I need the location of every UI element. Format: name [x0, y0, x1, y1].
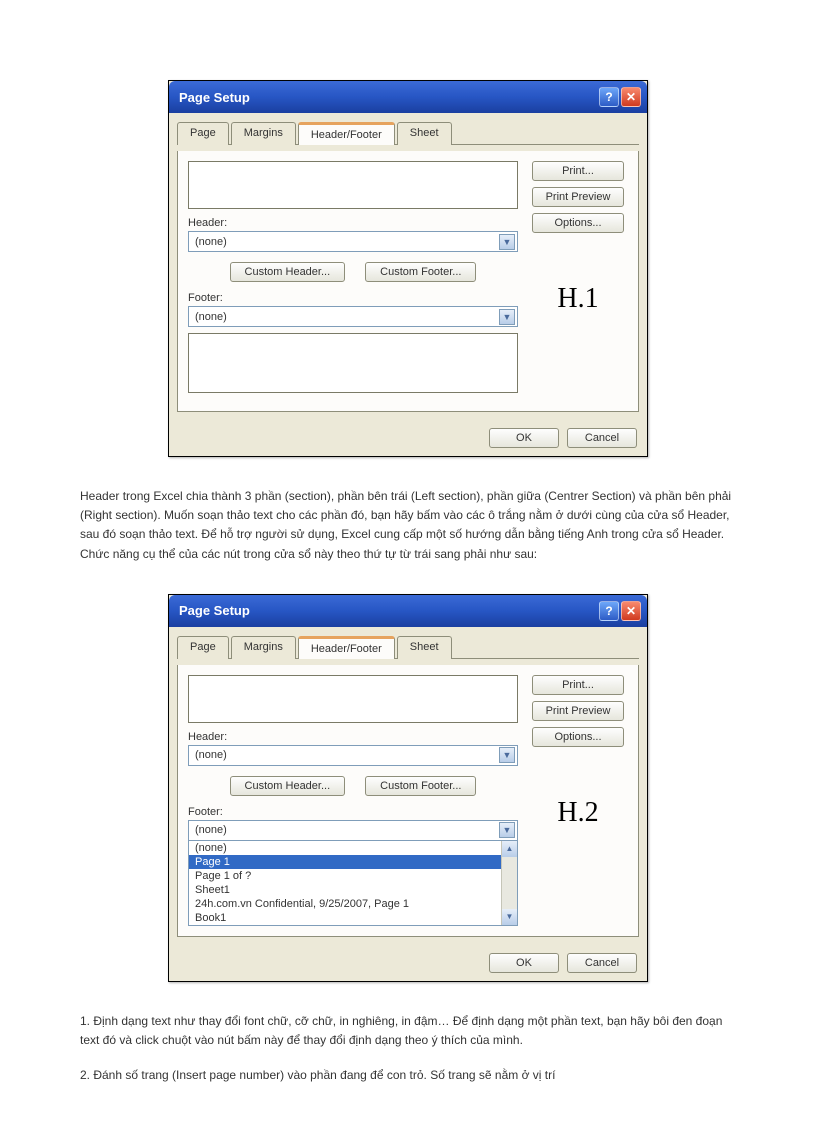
print-button[interactable]: Print... — [532, 675, 624, 695]
footer-label: Footer: — [188, 292, 518, 304]
scroll-down-icon[interactable]: ▼ — [502, 909, 517, 925]
footer-combo[interactable]: (none) ▼ — [188, 306, 518, 327]
chevron-down-icon: ▼ — [499, 747, 515, 763]
footer-option-selected[interactable]: Page 1 — [189, 855, 517, 869]
footer-label: Footer: — [188, 806, 518, 818]
footer-dropdown-list[interactable]: (none) Page 1 Page 1 of ? Sheet1 24h.com… — [188, 840, 518, 926]
ok-button[interactable]: OK — [489, 428, 559, 448]
help-icon[interactable]: ? — [599, 601, 619, 621]
footer-combo-open[interactable]: (none) ▼ — [188, 820, 518, 841]
header-combo[interactable]: (none) ▼ — [188, 745, 518, 766]
tab-header-footer[interactable]: Header/Footer — [298, 636, 395, 659]
chevron-down-icon: ▼ — [499, 309, 515, 325]
dialog-title: Page Setup — [179, 603, 250, 618]
header-combo[interactable]: (none) ▼ — [188, 231, 518, 252]
tab-strip: Page Margins Header/Footer Sheet — [177, 635, 639, 659]
ok-button[interactable]: OK — [489, 953, 559, 973]
header-combo-value: (none) — [195, 749, 227, 761]
paragraph-3: 2. Đánh số trang (Insert page number) và… — [80, 1066, 736, 1085]
titlebar: Page Setup ? ✕ — [169, 595, 647, 627]
page-setup-dialog: Page Setup ? ✕ Page Margins Header/Foote… — [168, 80, 648, 457]
footer-option[interactable]: 24h.com.vn Confidential, 9/25/2007, Page… — [189, 897, 517, 911]
chevron-down-icon: ▼ — [499, 822, 515, 838]
tab-header-footer[interactable]: Header/Footer — [298, 122, 395, 145]
print-preview-button[interactable]: Print Preview — [532, 187, 624, 207]
footer-combo-value: (none) — [195, 824, 227, 836]
header-preview — [188, 161, 518, 209]
custom-footer-button[interactable]: Custom Footer... — [365, 262, 476, 282]
page-setup-dialog-2: Page Setup ? ✕ Page Margins Header/Foote… — [168, 594, 648, 982]
footer-combo-value: (none) — [195, 311, 227, 323]
cancel-button[interactable]: Cancel — [567, 428, 637, 448]
chevron-down-icon: ▼ — [499, 234, 515, 250]
scrollbar[interactable]: ▲ ▼ — [501, 841, 517, 925]
paragraph-1: Header trong Excel chia thành 3 phần (se… — [80, 487, 736, 564]
custom-header-button[interactable]: Custom Header... — [230, 262, 346, 282]
footer-option[interactable]: Sheet1 — [189, 883, 517, 897]
tab-sheet[interactable]: Sheet — [397, 636, 452, 659]
tab-margins[interactable]: Margins — [231, 122, 296, 145]
tab-strip: Page Margins Header/Footer Sheet — [177, 121, 639, 145]
tab-sheet[interactable]: Sheet — [397, 122, 452, 145]
figure-label-h2: H.2 — [557, 797, 598, 829]
footer-option[interactable]: (none) — [189, 841, 517, 855]
help-icon[interactable]: ? — [599, 87, 619, 107]
options-button[interactable]: Options... — [532, 213, 624, 233]
titlebar: Page Setup ? ✕ — [169, 81, 647, 113]
header-label: Header: — [188, 731, 518, 743]
print-button[interactable]: Print... — [532, 161, 624, 181]
figure-h1: Page Setup ? ✕ Page Margins Header/Foote… — [60, 80, 756, 457]
close-icon[interactable]: ✕ — [621, 87, 641, 107]
dialog-title: Page Setup — [179, 90, 250, 105]
print-preview-button[interactable]: Print Preview — [532, 701, 624, 721]
close-icon[interactable]: ✕ — [621, 601, 641, 621]
tab-page[interactable]: Page — [177, 122, 229, 145]
footer-preview — [188, 333, 518, 393]
figure-h2: Page Setup ? ✕ Page Margins Header/Foote… — [60, 594, 756, 982]
header-combo-value: (none) — [195, 236, 227, 248]
custom-footer-button[interactable]: Custom Footer... — [365, 776, 476, 796]
header-label: Header: — [188, 217, 518, 229]
figure-label-h1: H.1 — [557, 283, 598, 315]
cancel-button[interactable]: Cancel — [567, 953, 637, 973]
scroll-up-icon[interactable]: ▲ — [502, 841, 517, 857]
options-button[interactable]: Options... — [532, 727, 624, 747]
header-preview — [188, 675, 518, 723]
footer-option[interactable]: Book1 — [189, 911, 517, 925]
footer-option[interactable]: Page 1 of ? — [189, 869, 517, 883]
tab-margins[interactable]: Margins — [231, 636, 296, 659]
tab-page[interactable]: Page — [177, 636, 229, 659]
paragraph-2: 1. Định dạng text như thay đổi font chữ,… — [80, 1012, 736, 1050]
custom-header-button[interactable]: Custom Header... — [230, 776, 346, 796]
